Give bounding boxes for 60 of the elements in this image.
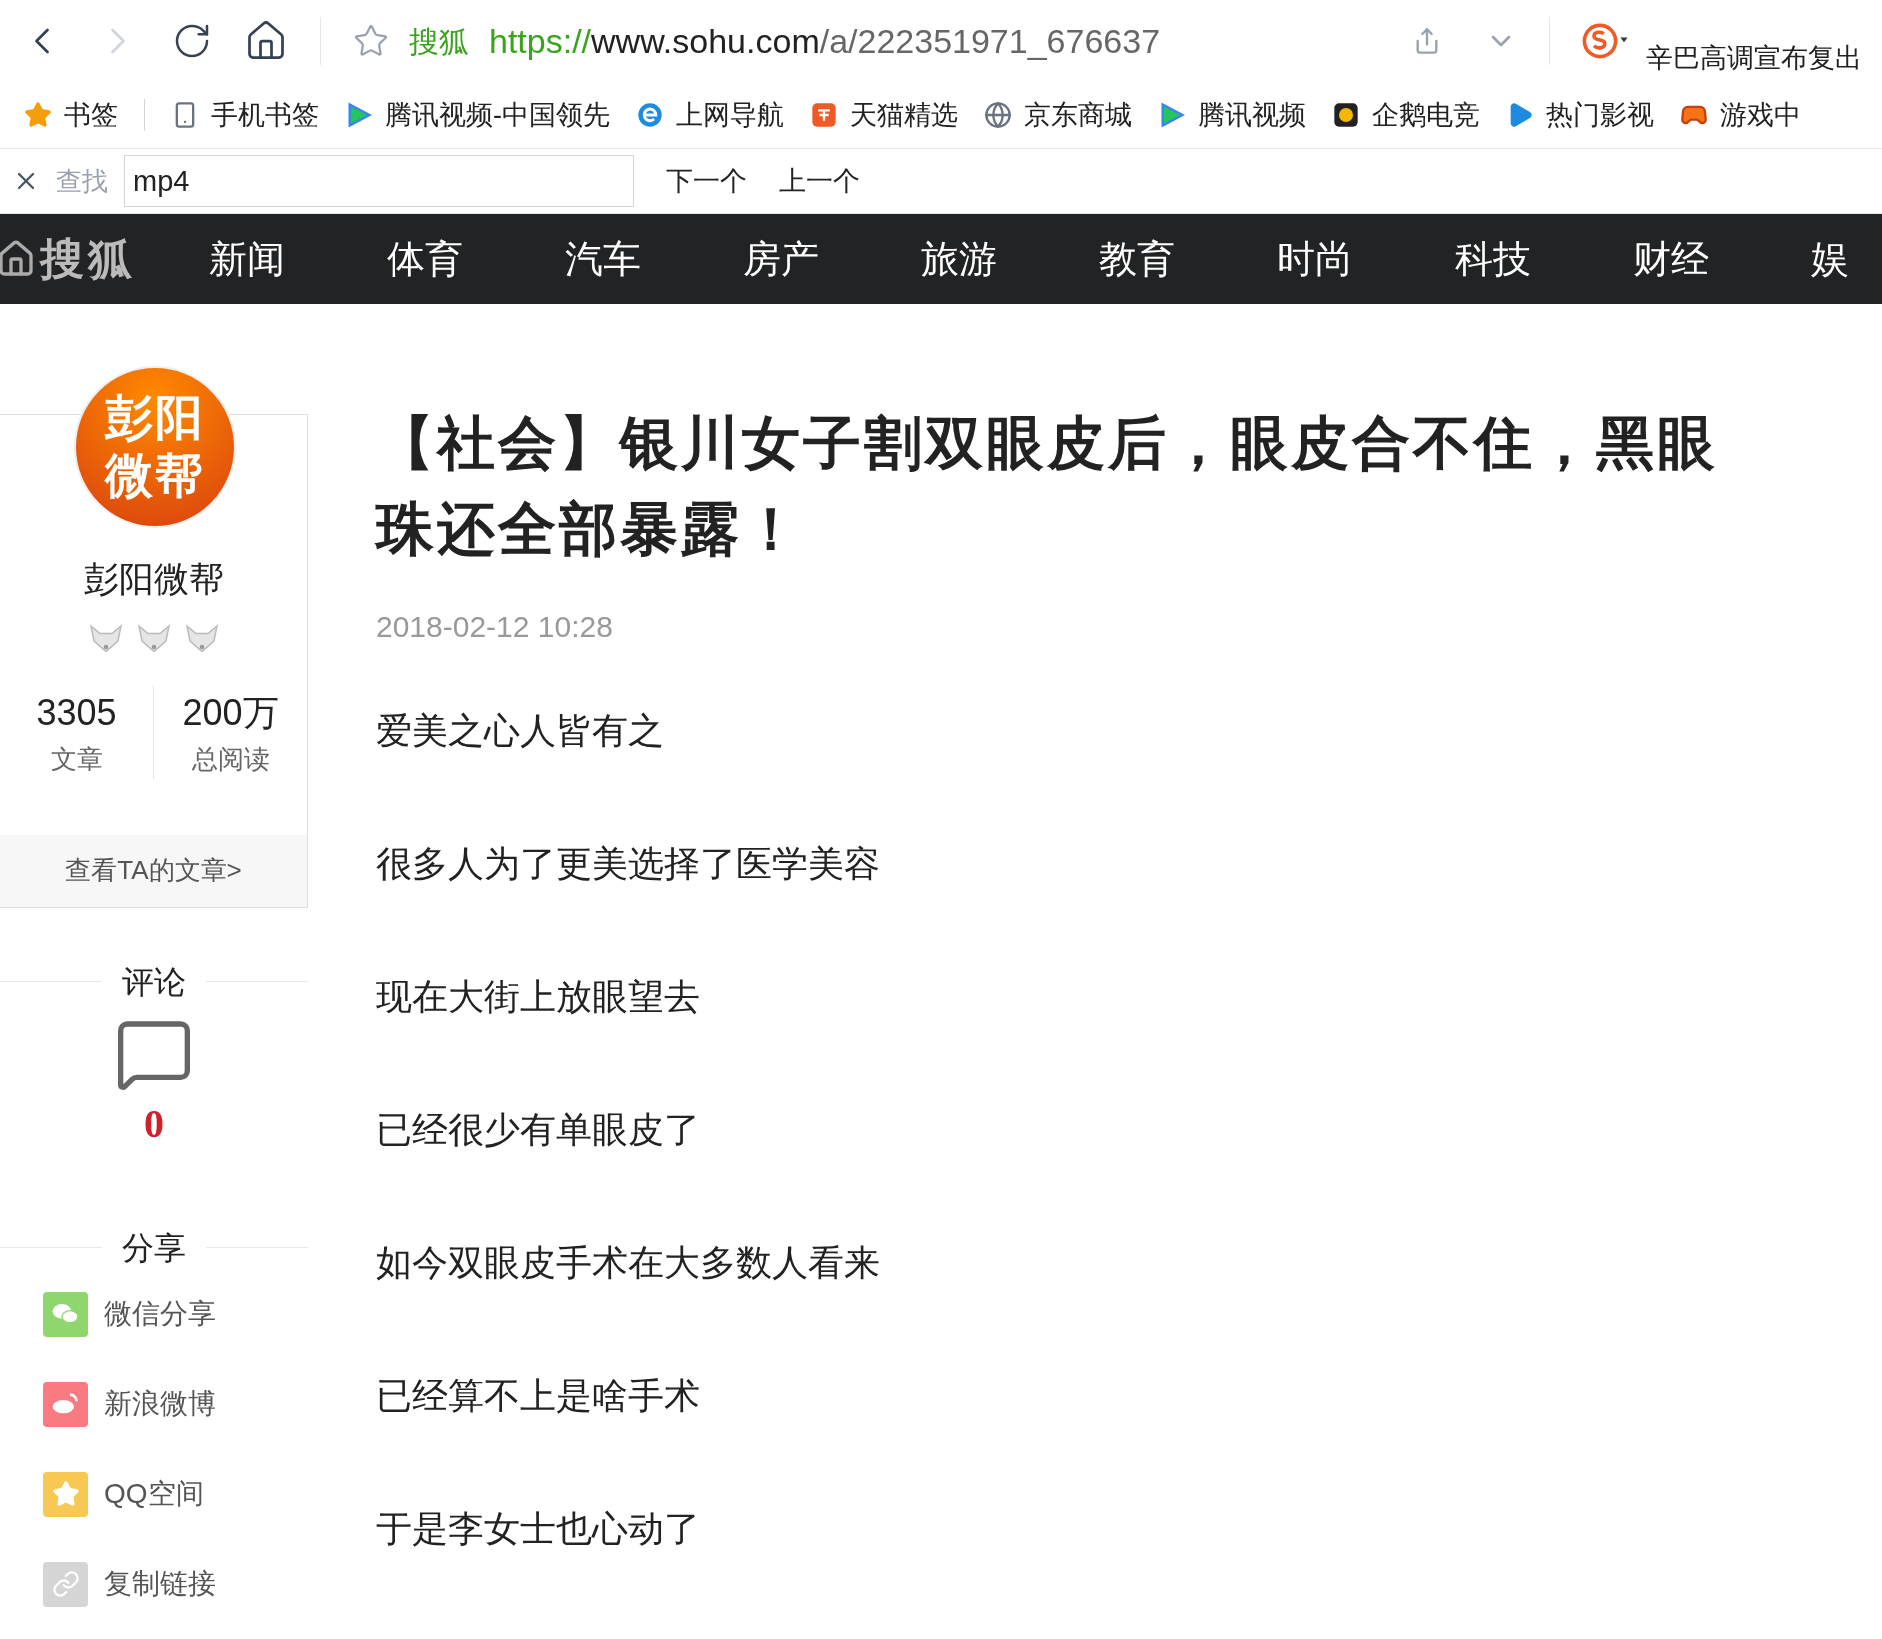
url-text: https://www.sohu.com/a/222351971_676637 bbox=[489, 20, 1161, 62]
share-link[interactable]: 复制链接 bbox=[43, 1561, 308, 1607]
star-icon[interactable] bbox=[353, 23, 389, 59]
stat-value: 3305 bbox=[36, 690, 117, 735]
share-link[interactable]: 微信分享 bbox=[43, 1291, 308, 1337]
article-paragraph: 现在大街上放眼望去 bbox=[376, 975, 701, 1019]
nav-link[interactable]: 房产 bbox=[742, 230, 921, 288]
find-input[interactable]: mp4 bbox=[124, 155, 634, 207]
site-name: 搜狐 bbox=[409, 23, 469, 60]
stat-value: 200万 bbox=[182, 690, 279, 735]
news-ticker[interactable]: 辛巴高调宣布复出 bbox=[1646, 37, 1862, 82]
bookmark-link[interactable]: 京东商城 bbox=[1024, 94, 1132, 136]
address-bar[interactable]: 搜狐 https://www.sohu.com/a/222351971_676637 bbox=[353, 15, 1517, 67]
section-heading: 评论 bbox=[121, 962, 187, 1002]
nav-link[interactable]: 娱 bbox=[1810, 230, 1882, 288]
bookmark-link[interactable]: 腾讯视频 bbox=[1198, 94, 1306, 136]
nav-link[interactable]: 时尚 bbox=[1276, 230, 1455, 288]
nav-link[interactable]: 财经 bbox=[1632, 230, 1811, 288]
find-label: 查找 bbox=[56, 164, 108, 198]
bookmark-link[interactable]: 热门影视 bbox=[1546, 94, 1654, 136]
nav-link[interactable]: 汽车 bbox=[564, 230, 743, 288]
author-articles-link[interactable]: 查看TA的文章> bbox=[0, 834, 307, 907]
link-icon bbox=[43, 1561, 88, 1607]
section-heading: 分享 bbox=[121, 1228, 187, 1268]
bookmark-link[interactable]: 手机书签 bbox=[211, 94, 319, 136]
globe-icon bbox=[984, 101, 1012, 129]
article-paragraph: 如今双眼皮手术在大多数人看来 bbox=[376, 1241, 881, 1285]
article-paragraph: 很多人为了更美选择了医学美容 bbox=[376, 842, 881, 886]
nav-link[interactable]: 新闻 bbox=[208, 230, 387, 288]
article-paragraph: 已经算不上是啥手术 bbox=[376, 1374, 701, 1418]
article-paragraph: 爱美之心人皆有之 bbox=[376, 709, 665, 753]
browser-e-icon bbox=[636, 101, 664, 129]
share-link[interactable]: 新浪微博 bbox=[43, 1381, 308, 1427]
home-icon[interactable] bbox=[0, 239, 36, 279]
article-paragraph: 已经很少有单眼皮了 bbox=[376, 1108, 701, 1152]
nav-link[interactable]: 科技 bbox=[1454, 230, 1633, 288]
site-logo[interactable]: 搜狐 bbox=[40, 226, 137, 292]
nav-link[interactable]: 旅游 bbox=[920, 230, 1099, 288]
article-date: 2018-02-12 10:28 bbox=[376, 609, 614, 645]
avatar-text: 微帮 bbox=[104, 448, 206, 504]
bookmark-link[interactable]: 天猫精选 bbox=[850, 94, 958, 136]
bookmark-link[interactable]: 游戏中 bbox=[1720, 94, 1801, 136]
stat-label: 总阅读 bbox=[191, 742, 270, 776]
nav-link[interactable]: 体育 bbox=[386, 230, 565, 288]
previous-button[interactable]: 上一个 bbox=[779, 160, 860, 202]
nav-link[interactable]: 教育 bbox=[1098, 230, 1277, 288]
article-paragraph: 于是李女士也心动了 bbox=[376, 1507, 701, 1551]
bookmark-link[interactable]: 书签 bbox=[64, 94, 118, 136]
comment-count: 0 bbox=[144, 1099, 164, 1148]
bookmark-link[interactable]: 企鹅电竞 bbox=[1372, 94, 1480, 136]
share-link[interactable]: QQ空间 bbox=[43, 1471, 308, 1517]
star-icon bbox=[24, 101, 52, 129]
next-button[interactable]: 下一个 bbox=[666, 160, 747, 202]
bookmark-link[interactable]: 上网导航 bbox=[676, 94, 784, 136]
chat-bubbles-icon bbox=[43, 1291, 88, 1337]
bookmark-link[interactable]: 腾讯视频-中国领先 bbox=[385, 94, 610, 136]
article-title: 【社会】银川女子割双眼皮后，眼皮合不住，黑眼珠还全部暴露！ bbox=[376, 409, 1719, 563]
avatar-text: 彭阳 bbox=[104, 390, 206, 446]
author-name: 彭阳微帮 bbox=[83, 558, 224, 600]
stat-label: 文章 bbox=[50, 742, 103, 776]
